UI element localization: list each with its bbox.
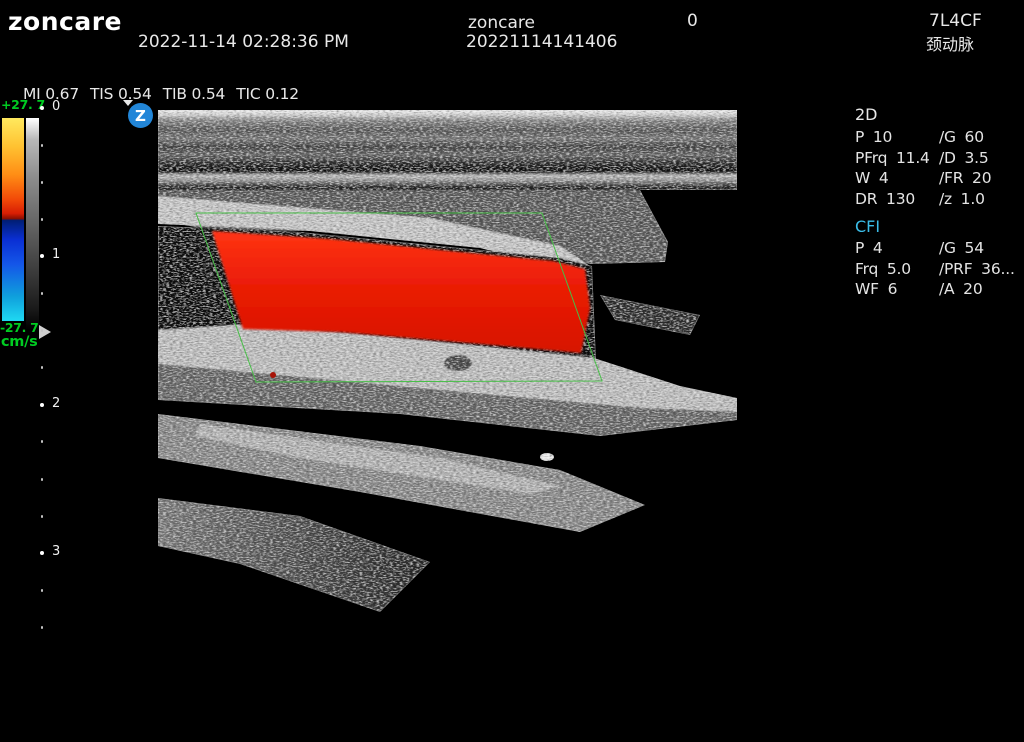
depth-tick-major [40, 254, 44, 258]
param-left: P 4 [855, 239, 939, 260]
study-id: 20221114141406 [466, 32, 617, 52]
depth-label: 2 [52, 396, 68, 411]
depth-tick-major [40, 106, 44, 110]
acoustic-output-item: TIS 0.54 [90, 85, 152, 103]
depth-tick-minor [41, 366, 43, 369]
param-right: /G 60 [939, 128, 1024, 149]
depth-label: 3 [52, 544, 68, 559]
depth-tick-minor [41, 626, 43, 629]
acoustic-output-item: TIB 0.54 [163, 85, 226, 103]
param-row: PFrq 11.4/D 3.5 [855, 149, 1024, 170]
param-left: PFrq 11.4 [855, 149, 939, 170]
param-row: W 4/FR 20 [855, 169, 1024, 190]
param-row: P 4/G 54 [855, 239, 1024, 260]
param-left: W 4 [855, 169, 939, 190]
param-row: WF 6/A 20 [855, 280, 1024, 301]
depth-tick-minor [41, 292, 43, 295]
param-row: DR 130/z 1.0 [855, 190, 1024, 211]
param-right: /FR 20 [939, 169, 1024, 190]
depth-tick-minor [41, 218, 43, 221]
datetime-display: 2022-11-14 02:28:36 PM [138, 32, 349, 52]
depth-tick-minor [41, 515, 43, 518]
param-left: Frq 5.0 [855, 260, 939, 281]
param-right: /z 1.0 [939, 190, 1024, 211]
param-right: /A 20 [939, 280, 1024, 301]
depth-tick-major [40, 551, 44, 555]
param-row: P 10/G 60 [855, 128, 1024, 149]
depth-tick-minor [41, 440, 43, 443]
depth-tick-minor [41, 329, 43, 332]
depth-tick-minor [41, 144, 43, 147]
depth-label: 1 [52, 247, 68, 262]
ultrasound-screen: { "header": { "brand": "zoncare", "datet… [0, 0, 1024, 742]
param-right: /D 3.5 [939, 149, 1024, 170]
exam-preset: 颈动脉 [926, 31, 974, 55]
panel-cfi-rows: P 4/G 54Frq 5.0/PRF 36...WF 6/A 20 [855, 239, 1024, 301]
panel-2d-title: 2D [855, 105, 878, 124]
depth-label: 0 [52, 99, 68, 114]
depth-tick-minor [41, 589, 43, 592]
depth-tick-minor [41, 478, 43, 481]
param-left: DR 130 [855, 190, 939, 211]
depth-tick-major [40, 403, 44, 407]
acoustic-output-item: TIC 0.12 [236, 85, 299, 103]
probe-model: 7L4CF [929, 11, 982, 31]
frame-counter: 0 [687, 11, 698, 31]
z-logo-icon: Z [128, 103, 153, 128]
ultrasound-image [158, 108, 738, 642]
panel-cfi-title: CFI [855, 217, 880, 236]
param-right: /G 54 [939, 239, 1024, 260]
stray-flow-pixel [270, 372, 276, 378]
param-left: WF 6 [855, 280, 939, 301]
param-left: P 10 [855, 128, 939, 149]
institution-name: zoncare [468, 13, 535, 33]
depth-tick-minor [41, 181, 43, 184]
param-right: /PRF 36... [939, 260, 1024, 281]
panel-2d-rows: P 10/G 60PFrq 11.4/D 3.5W 4/FR 20DR 130/… [855, 128, 1024, 210]
param-row: Frq 5.0/PRF 36... [855, 260, 1024, 281]
depth-ruler: 0 1 2 3 [0, 0, 70, 742]
